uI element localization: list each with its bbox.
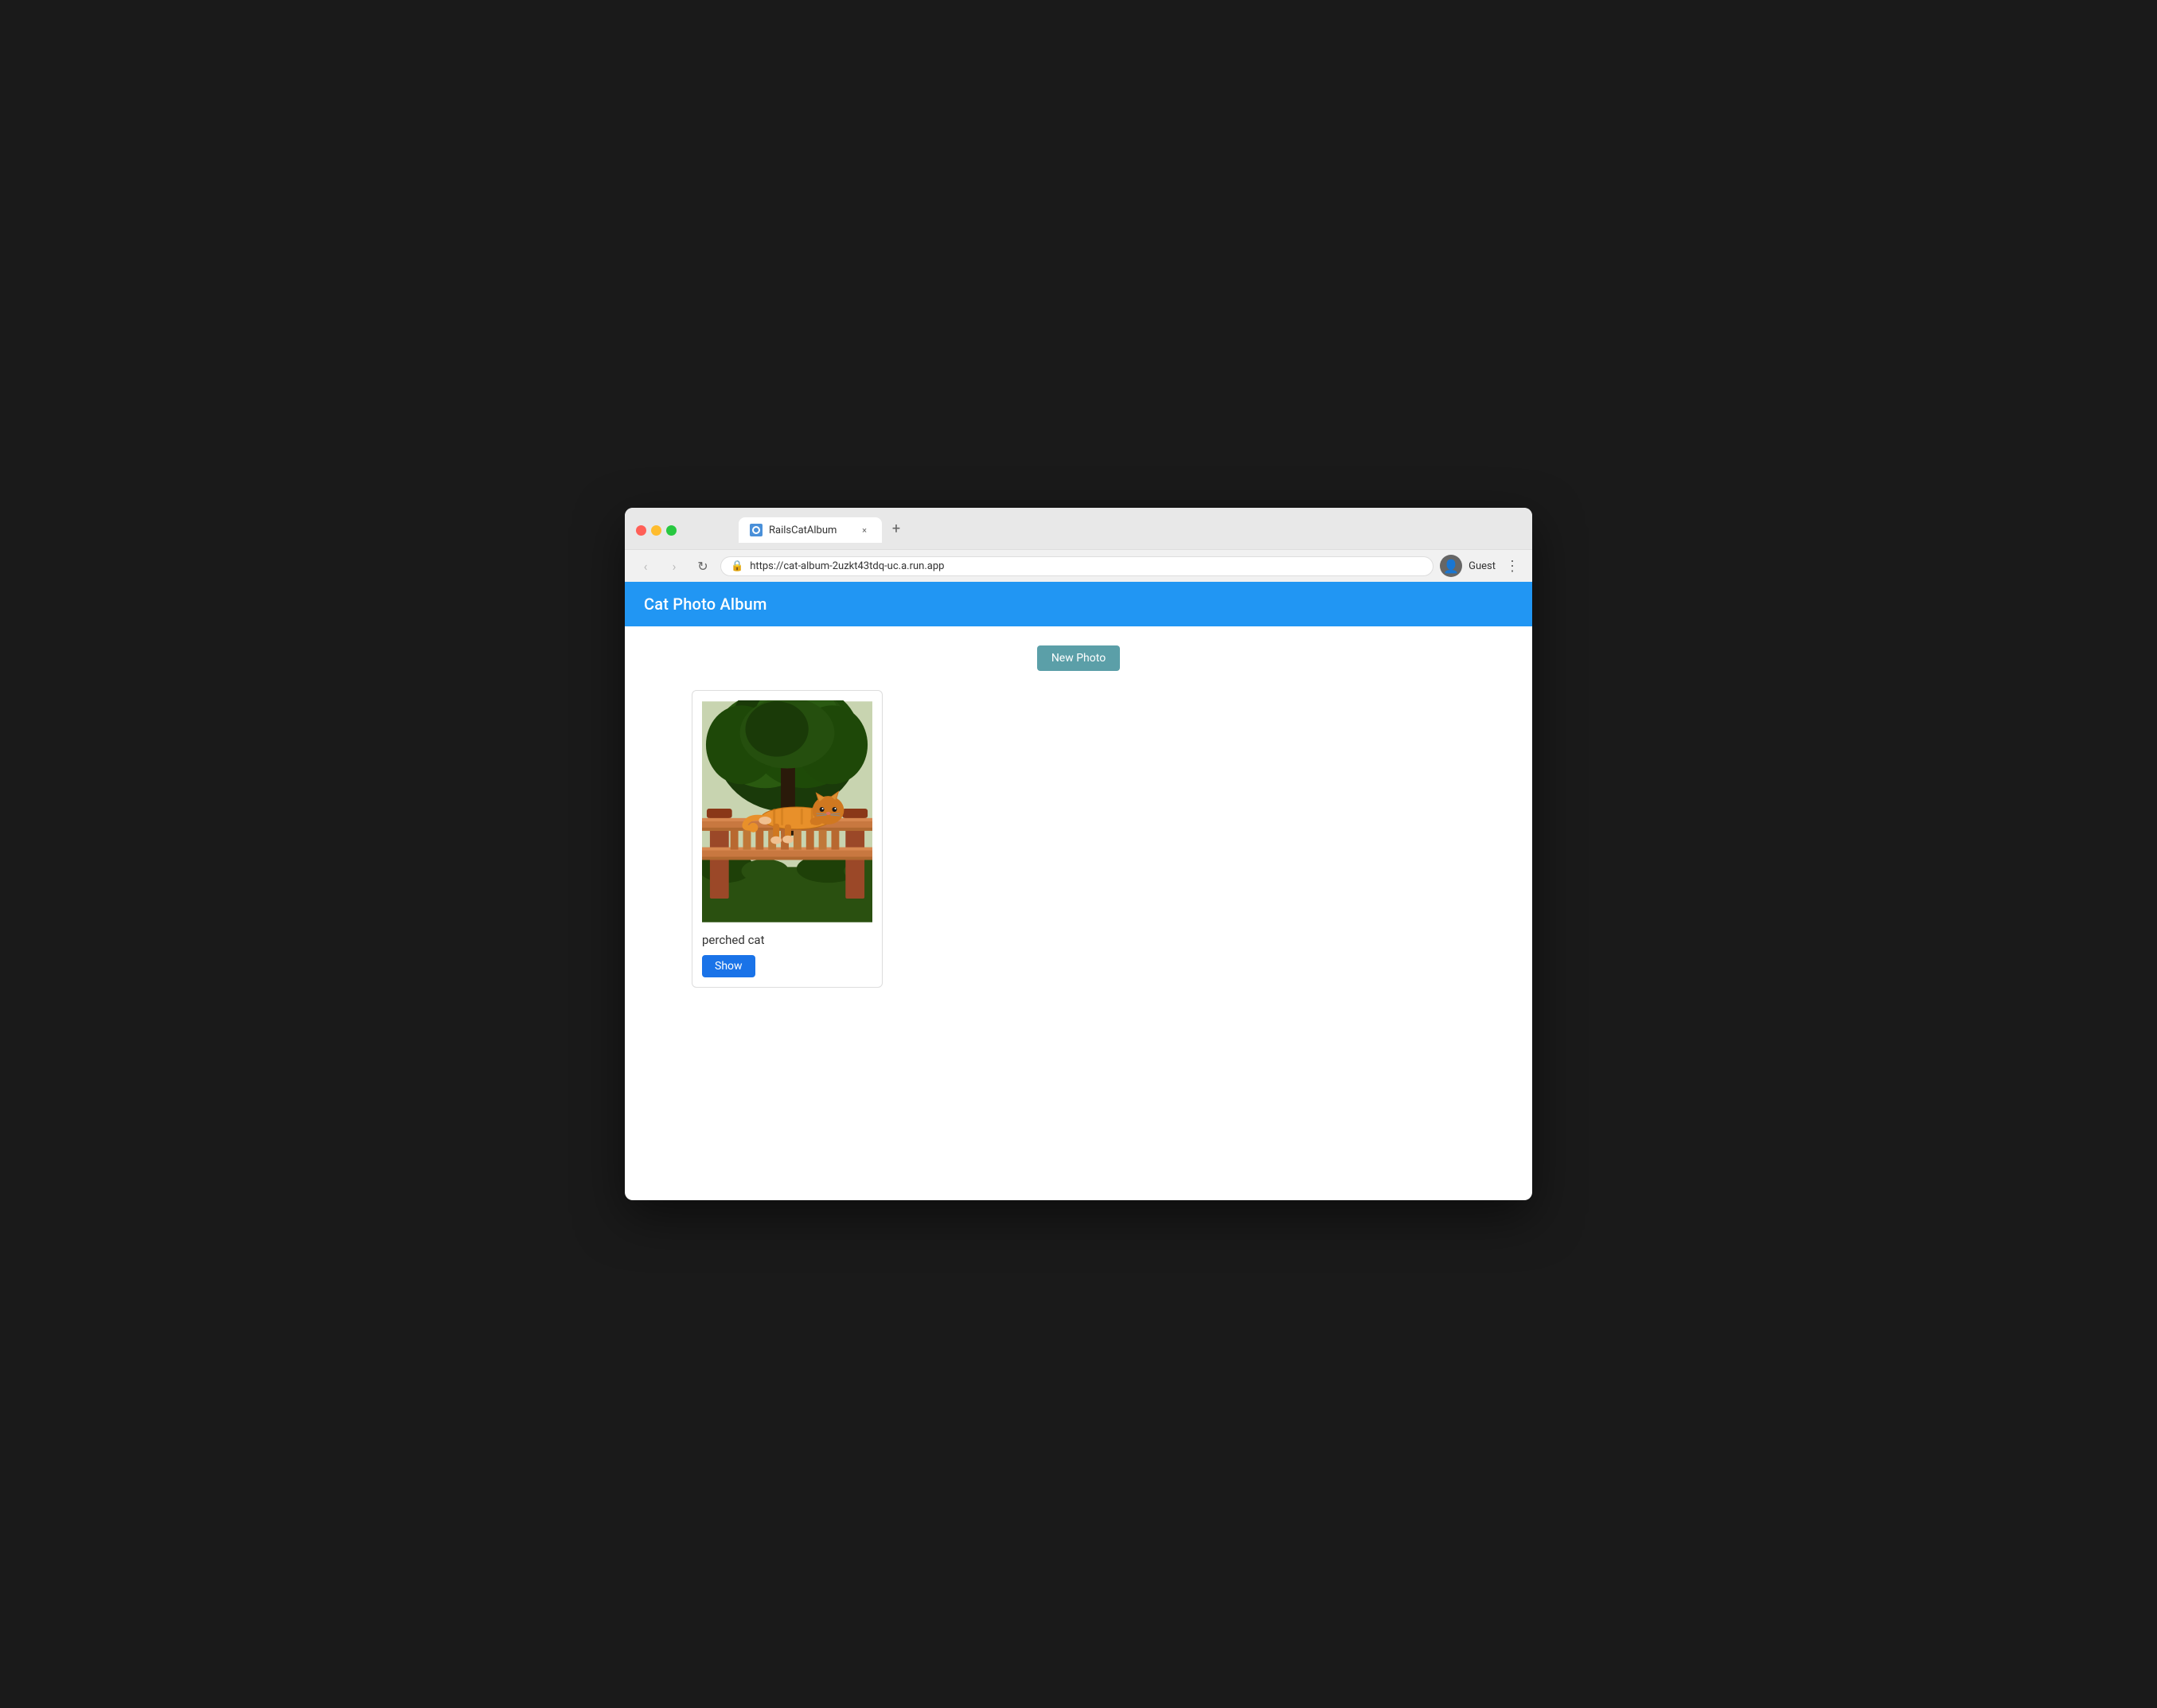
reload-button[interactable]: ↻: [692, 555, 714, 577]
tab-close-button[interactable]: ×: [858, 524, 871, 536]
user-avatar-icon[interactable]: 👤: [1440, 555, 1462, 577]
forward-button[interactable]: ›: [663, 555, 685, 577]
new-tab-button[interactable]: +: [885, 517, 907, 540]
browser-chrome: RailsCatAlbum × + ‹ › ↻ 🔒 https://cat-al…: [625, 508, 1532, 582]
show-button[interactable]: Show: [702, 955, 755, 977]
address-bar[interactable]: 🔒 https://cat-album-2uzkt43tdq-uc.a.run.…: [720, 556, 1433, 576]
back-button[interactable]: ‹: [634, 555, 657, 577]
app-body: New Photo: [625, 626, 1532, 1184]
favicon-icon: [752, 526, 760, 534]
toolbar-bar: ‹ › ↻ 🔒 https://cat-album-2uzkt43tdq-uc.…: [625, 549, 1532, 582]
photo-image-container: [702, 700, 872, 923]
toolbar-right: 👤 Guest ⋮: [1440, 555, 1523, 577]
photo-card: perched cat Show: [692, 690, 883, 988]
new-photo-button[interactable]: New Photo: [1037, 645, 1120, 671]
app-title: Cat Photo Album: [644, 595, 767, 614]
photos-grid: perched cat Show: [644, 690, 1513, 988]
minimize-window-button[interactable]: [651, 525, 661, 536]
close-window-button[interactable]: [636, 525, 646, 536]
tab-title: RailsCatAlbum: [769, 524, 852, 536]
app-content: Cat Photo Album New Photo: [625, 582, 1532, 1184]
new-photo-container: New Photo: [644, 645, 1513, 671]
tab-bar: RailsCatAlbum × +: [683, 517, 963, 543]
maximize-window-button[interactable]: [666, 525, 677, 536]
user-label: Guest: [1469, 560, 1496, 572]
traffic-lights: [636, 525, 677, 536]
browser-window: RailsCatAlbum × + ‹ › ↻ 🔒 https://cat-al…: [625, 508, 1532, 1200]
app-header: Cat Photo Album: [625, 582, 1532, 626]
browser-menu-icon[interactable]: ⋮: [1502, 556, 1523, 576]
photo-name: perched cat: [702, 933, 872, 947]
title-bar: RailsCatAlbum × +: [625, 508, 1532, 549]
lock-icon: 🔒: [731, 560, 743, 572]
active-tab[interactable]: RailsCatAlbum ×: [739, 517, 882, 543]
cat-photo-image: [702, 700, 872, 923]
url-text: https://cat-album-2uzkt43tdq-uc.a.run.ap…: [750, 560, 1423, 572]
tab-favicon: [750, 524, 763, 536]
